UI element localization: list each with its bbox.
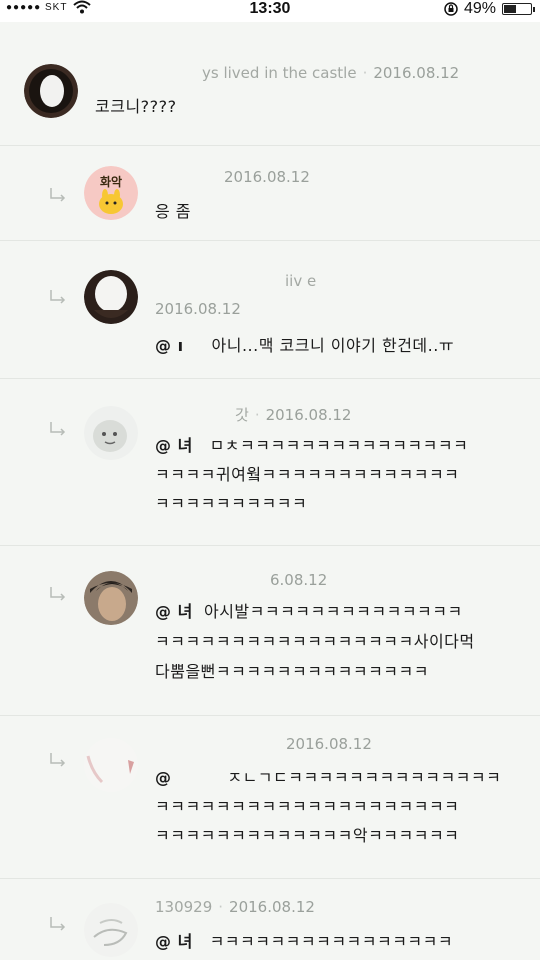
svg-text:화악: 화악 — [100, 174, 122, 189]
comment-meta: 2016.08.12 — [155, 300, 241, 318]
divider — [0, 545, 540, 546]
reply-arrow-icon — [50, 917, 66, 931]
sketch-avatar-icon — [84, 903, 138, 957]
comment-meta: 2016.08.12 — [224, 168, 310, 186]
battery-fill — [504, 5, 516, 13]
divider — [0, 878, 540, 879]
mention-tag[interactable]: @ ı — [155, 336, 184, 355]
comment-date: 2016.08.12 — [229, 898, 315, 916]
comment-text-line: ㅋㅋㅋㅋㅋㅋㅋㅋㅋㅋㅋㅋㅋㅋㅋㅋㅋ사이다먹 — [155, 632, 475, 651]
comment-date: 2016.08.12 — [373, 64, 460, 82]
dark-ring-avatar-icon — [84, 270, 138, 324]
comment-meta: 6.08.12 — [270, 571, 327, 589]
comment-author[interactable]: 갓 — [235, 406, 249, 424]
character-avatar-icon — [84, 406, 138, 460]
avatar[interactable] — [84, 903, 138, 957]
comment-text: @ 녀 ㅁㅊㅋㅋㅋㅋㅋㅋㅋㅋㅋㅋㅋㅋㅋㅋㅋ — [155, 431, 468, 460]
status-bar: ●●●●● SKT 13:30 49% — [0, 0, 540, 22]
comment-meta: ys lived in the castle · 2016.08.12 — [202, 64, 460, 82]
comment-text: 코크니???? — [95, 97, 177, 116]
divider — [0, 240, 540, 241]
reply-arrow-icon — [50, 290, 66, 304]
comment-date: 6.08.12 — [270, 571, 328, 589]
comment-meta: 130929 · 2016.08.12 — [155, 898, 315, 916]
comment-meta: 갓 · 2016.08.12 — [235, 406, 352, 424]
character-avatar-icon: 화악 — [84, 166, 138, 220]
comment-author[interactable]: 130929 — [155, 898, 212, 916]
comment-text-line: ㅋㅋㅋㅋㅋㅋㅋㅋㅋㅋㅋㅋㅋ악ㅋㅋㅋㅋㅋㅋ — [155, 826, 460, 845]
mention-tag[interactable]: @ 녀 — [155, 436, 193, 455]
divider — [0, 378, 540, 379]
comment-text: @ 녀 ㅋㅋㅋㅋㅋㅋㅋㅋㅋㅋㅋㅋㅋㅋㅋㅋ — [155, 927, 453, 956]
comment-meta: iiv e — [285, 272, 316, 290]
comment-text-line: ㅋㅋㅋㅋ귀여웤ㅋㅋㅋㅋㅋㅋㅋㅋㅋㅋㅋㅋㅋ — [155, 465, 460, 484]
comment-meta: 2016.08.12 — [286, 735, 372, 753]
comment-date: 2016.08.12 — [286, 735, 372, 753]
comment-date: 2016.08.12 — [224, 168, 310, 186]
comment-text-line: ㅈㄴㄱㄷㅋㅋㅋㅋㅋㅋㅋㅋㅋㅋㅋㅋㅋㅋ — [227, 768, 502, 787]
comment-text-line: ㅋㅋㅋㅋㅋㅋㅋㅋㅋㅋㅋㅋㅋㅋㅋㅋㅋㅋㅋㅋ — [155, 797, 460, 816]
divider — [0, 145, 540, 146]
battery-icon — [502, 3, 535, 15]
comment-text-line: 아시발ㅋㅋㅋㅋㅋㅋㅋㅋㅋㅋㅋㅋㅋㅋ — [203, 602, 463, 621]
comment-text: @ 녀 아시발ㅋㅋㅋㅋㅋㅋㅋㅋㅋㅋㅋㅋㅋㅋ — [155, 597, 463, 626]
comment-date: 2016.08.12 — [155, 300, 241, 318]
battery-percent: 49% — [463, 0, 496, 17]
reply-arrow-icon — [50, 188, 66, 202]
photo-avatar-icon — [84, 571, 138, 625]
reply-arrow-icon — [50, 422, 66, 436]
photo-avatar-icon — [84, 738, 138, 792]
comment-text-line: 아니...맥 코크니 이야기 한건데..ㅠ — [211, 336, 455, 355]
mention-tag[interactable]: @ 녀 — [155, 932, 193, 951]
comment-author[interactable]: ys lived in the castle — [202, 64, 357, 82]
avatar[interactable]: 화악 — [84, 166, 138, 220]
avatar[interactable] — [84, 270, 138, 324]
comment-author[interactable]: iiv e — [285, 272, 316, 290]
status-right: 49% — [444, 0, 535, 18]
comment-text-line: ㅋㅋㅋㅋㅋㅋㅋㅋㅋㅋㅋㅋㅋㅋㅋㅋ — [209, 932, 454, 951]
avatar[interactable] — [84, 571, 138, 625]
dark-ring-avatar-icon — [24, 64, 78, 118]
comment-text: 응 좀 — [155, 202, 192, 221]
mention-tag[interactable]: @ 녀 — [155, 602, 193, 621]
avatar[interactable] — [24, 64, 78, 118]
comment-text-line: ㅁㅊㅋㅋㅋㅋㅋㅋㅋㅋㅋㅋㅋㅋㅋㅋㅋ — [209, 436, 469, 455]
reply-arrow-icon — [50, 587, 66, 601]
divider — [0, 715, 540, 716]
avatar[interactable] — [84, 406, 138, 460]
avatar[interactable] — [84, 738, 138, 792]
comment-text-line: 다뿜을뻔ㅋㅋㅋㅋㅋㅋㅋㅋㅋㅋㅋㅋㅋㅋ — [155, 662, 429, 681]
comment-text: @ ㅈㄴㄱㄷㅋㅋㅋㅋㅋㅋㅋㅋㅋㅋㅋㅋㅋㅋ — [155, 763, 501, 792]
comment-text-line: ㅋㅋㅋㅋㅋㅋㅋㅋㅋㅋ — [155, 494, 308, 513]
comment-text: @ ı 아니...맥 코크니 이야기 한건데..ㅠ — [155, 331, 454, 360]
mention-tag[interactable]: @ — [155, 768, 172, 787]
rotation-lock-icon — [444, 2, 458, 16]
comment-date: 2016.08.12 — [265, 406, 352, 424]
reply-arrow-icon — [50, 753, 66, 767]
